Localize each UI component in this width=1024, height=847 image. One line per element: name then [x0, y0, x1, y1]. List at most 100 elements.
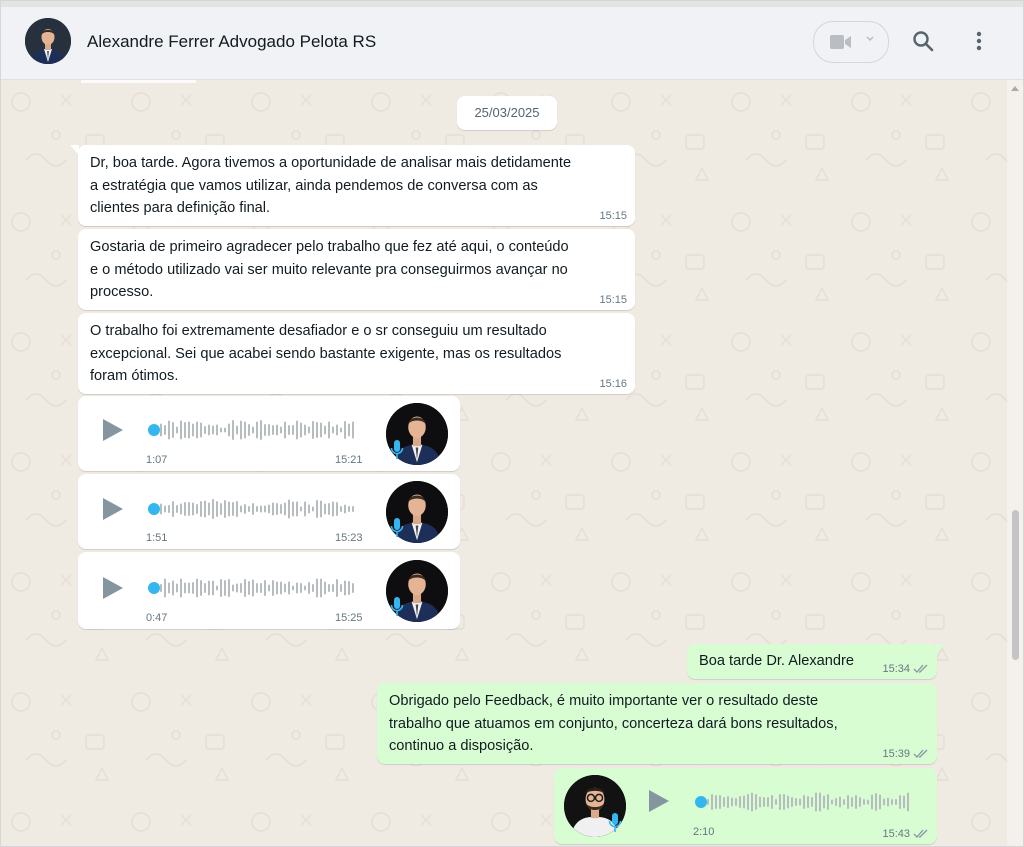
chevron-down-icon	[866, 36, 874, 42]
waveform-bar	[228, 423, 230, 437]
waveform-bar	[835, 798, 837, 806]
waveform-bar	[719, 795, 721, 809]
waveform-bar	[308, 426, 310, 434]
message-time-wrap: 15:43	[882, 828, 929, 840]
video-call-button[interactable]	[813, 21, 889, 63]
waveform-bar	[791, 797, 793, 807]
waveform-bar	[336, 502, 338, 516]
waveform-bar	[188, 502, 190, 516]
waveform-bar	[312, 584, 314, 592]
waveform-bar	[863, 799, 865, 805]
play-icon[interactable]	[103, 419, 123, 441]
waveform-bar	[807, 796, 809, 808]
waveform-bar	[228, 579, 230, 597]
waveform-bar	[184, 502, 186, 516]
waveform-bar	[332, 584, 334, 592]
waveform-bar	[192, 582, 194, 594]
scrollbar[interactable]	[1007, 80, 1023, 846]
incoming-voice-message[interactable]: 1:51 15:23	[78, 474, 460, 549]
waveform-bar	[300, 583, 302, 593]
waveform-bar	[264, 505, 266, 513]
waveform-bar	[220, 579, 222, 597]
waveform-bar	[168, 582, 170, 594]
search-icon[interactable]	[911, 29, 935, 53]
waveform-bar	[244, 421, 246, 439]
kebab-menu-icon[interactable]	[969, 29, 989, 53]
waveform-bar	[200, 501, 202, 517]
voice-waveform[interactable]	[148, 418, 358, 442]
waveform-bar	[344, 504, 346, 514]
voice-waveform[interactable]	[148, 497, 358, 521]
bubble-tail	[936, 644, 945, 654]
waveform-bar	[348, 581, 350, 595]
waveform-bar	[787, 795, 789, 809]
waveform-bar	[296, 501, 298, 517]
waveform-bar	[723, 797, 725, 807]
play-icon[interactable]	[649, 790, 669, 812]
waveform-bar	[348, 423, 350, 437]
play-icon[interactable]	[103, 498, 123, 520]
outgoing-message[interactable]: Obrigado pelo Feedback, é muito importan…	[377, 683, 937, 764]
waveform-bar	[220, 427, 222, 433]
outgoing-message[interactable]: Boa tarde Dr. Alexandre 15:34	[687, 644, 945, 679]
waveform-bars	[695, 792, 909, 812]
waveform-bar	[779, 794, 781, 810]
waveform-bar	[288, 581, 290, 595]
waveform-bar	[232, 584, 234, 592]
incoming-message[interactable]: Dr, boa tarde. Agora tivemos a oportunid…	[70, 145, 635, 226]
waveform-bar	[899, 795, 901, 809]
message-list[interactable]: 25/03/2025 Dr, boa tarde. Agora tivemos …	[1, 80, 1009, 846]
waveform-bar	[316, 578, 318, 598]
waveform-bar	[735, 798, 737, 806]
waveform-bar	[276, 581, 278, 595]
waveform-bars	[148, 420, 354, 440]
play-icon[interactable]	[103, 577, 123, 599]
waveform-bar	[907, 792, 909, 812]
message-text: Obrigado pelo Feedback, é muito importan…	[389, 693, 838, 754]
waveform-bar	[188, 421, 190, 439]
waveform-bar	[707, 799, 709, 805]
scrollbar-thumb[interactable]	[1012, 510, 1019, 660]
contact-name[interactable]: Alexandre Ferrer Advogado Pelota RS	[87, 32, 376, 52]
incoming-voice-message[interactable]: 0:47 15:25	[78, 552, 460, 629]
waveform-bar	[188, 582, 190, 594]
outgoing-voice-message[interactable]: 2:10 15:43	[554, 768, 937, 844]
waveform-bar	[276, 424, 278, 436]
playback-position-dot[interactable]	[148, 503, 160, 515]
waveform-bar	[180, 503, 182, 515]
waveform-bar	[328, 584, 330, 592]
waveform-bar	[799, 798, 801, 806]
waveform-bar	[831, 799, 833, 805]
microphone-icon	[608, 813, 622, 832]
message-text: Boa tarde Dr. Alexandre	[699, 653, 854, 669]
voice-waveform[interactable]	[148, 576, 358, 600]
incoming-voice-message[interactable]: 1:07 15:21	[78, 396, 460, 471]
waveform-bar	[312, 421, 314, 439]
waveform-bar	[711, 794, 713, 810]
waveform-bar	[172, 422, 174, 438]
waveform-bar	[855, 795, 857, 809]
waveform-bar	[292, 501, 294, 517]
playback-position-dot[interactable]	[695, 796, 707, 808]
voice-waveform[interactable]	[695, 790, 913, 814]
contact-avatar[interactable]	[25, 18, 71, 64]
playback-position-dot[interactable]	[148, 582, 160, 594]
microphone-icon	[390, 597, 404, 616]
waveform-bar	[332, 501, 334, 517]
waveform-bar	[236, 501, 238, 517]
waveform-bar	[316, 422, 318, 438]
waveform-bar	[240, 420, 242, 440]
waveform-bar	[204, 583, 206, 593]
waveform-bar	[348, 506, 350, 512]
waveform-bar	[164, 578, 166, 598]
incoming-message[interactable]: O trabalho foi extremamente desafiador e…	[78, 313, 635, 394]
waveform-bar	[260, 505, 262, 513]
waveform-bar	[268, 424, 270, 436]
waveform-bar	[168, 420, 170, 440]
waveform-bar	[767, 797, 769, 807]
message-time: 15:25	[335, 612, 363, 624]
scroll-up-arrow-icon[interactable]	[1011, 86, 1019, 91]
playback-position-dot[interactable]	[148, 424, 160, 436]
incoming-message[interactable]: Gostaria de primeiro agradecer pelo trab…	[78, 229, 635, 310]
waveform-bar	[320, 578, 322, 598]
